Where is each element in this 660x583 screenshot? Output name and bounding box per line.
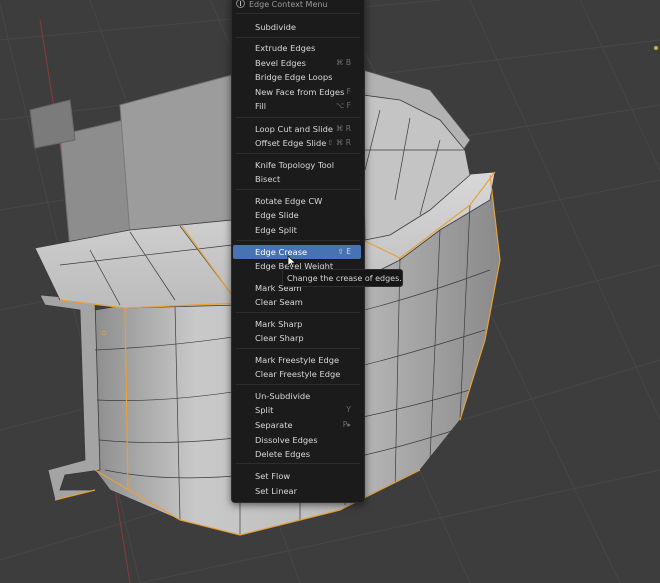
shortcut-label: ⌘ R bbox=[335, 124, 351, 133]
menu-item-offset-edge-slide[interactable]: Offset Edge Slide ⇧ ⌘ R bbox=[233, 136, 361, 150]
menu-separator bbox=[236, 117, 360, 118]
info-icon bbox=[236, 0, 245, 8]
tooltip: Change the crease of edges. bbox=[282, 269, 403, 287]
menu-item-loop-cut-and-slide[interactable]: Loop Cut and Slide ⌘ R bbox=[233, 122, 361, 136]
shortcut-label: ⌥ F bbox=[335, 101, 351, 110]
edge-context-menu: Edge Context Menu Subdivide Extrude Edge… bbox=[231, 0, 365, 503]
menu-item-edge-crease[interactable]: Edge Crease ⇧ E bbox=[233, 245, 361, 259]
mouse-cursor-icon bbox=[287, 255, 297, 269]
origin-dot bbox=[654, 46, 658, 50]
menu-item-separate[interactable]: Separate P▸ bbox=[233, 418, 361, 432]
menu-item-bevel-edges[interactable]: Bevel Edges ⌘ B bbox=[233, 56, 361, 70]
shortcut-label: P▸ bbox=[342, 420, 351, 429]
menu-item-new-face-from-edges[interactable]: New Face from Edges F bbox=[233, 85, 361, 99]
shortcut-label: ⇧ E bbox=[337, 247, 351, 256]
menu-item-bridge-edge-loops[interactable]: Bridge Edge Loops bbox=[233, 70, 361, 84]
shortcut-label: F bbox=[346, 87, 351, 96]
menu-item-clear-freestyle-edge[interactable]: Clear Freestyle Edge bbox=[233, 367, 361, 381]
menu-separator bbox=[236, 189, 360, 190]
menu-item-bisect[interactable]: Bisect bbox=[233, 172, 361, 186]
menu-item-edge-slide[interactable]: Edge Slide bbox=[233, 208, 361, 222]
menu-separator bbox=[236, 384, 360, 385]
menu-title: Edge Context Menu bbox=[236, 0, 360, 11]
menu-item-knife-topology-tool[interactable]: Knife Topology Tool bbox=[233, 158, 361, 172]
menu-item-mark-sharp[interactable]: Mark Sharp bbox=[233, 317, 361, 331]
menu-separator bbox=[236, 13, 360, 14]
menu-item-fill[interactable]: Fill ⌥ F bbox=[233, 99, 361, 113]
menu-item-mark-freestyle-edge[interactable]: Mark Freestyle Edge bbox=[233, 353, 361, 367]
menu-separator bbox=[236, 240, 360, 241]
menu-item-set-linear[interactable]: Set Linear bbox=[233, 484, 361, 498]
shortcut-label: Y bbox=[346, 405, 351, 414]
menu-item-subdivide[interactable]: Subdivide bbox=[233, 20, 361, 34]
menu-separator bbox=[236, 37, 360, 38]
menu-item-edge-split[interactable]: Edge Split bbox=[233, 223, 361, 237]
menu-separator bbox=[236, 312, 360, 313]
menu-item-rotate-edge-cw[interactable]: Rotate Edge CW bbox=[233, 194, 361, 208]
shortcut-label: ⇧ ⌘ R bbox=[327, 138, 351, 147]
menu-separator bbox=[236, 348, 360, 349]
menu-separator bbox=[236, 153, 360, 154]
menu-item-clear-sharp[interactable]: Clear Sharp bbox=[233, 331, 361, 345]
menu-item-split[interactable]: Split Y bbox=[233, 403, 361, 417]
tooltip-text: Change the crease of edges. bbox=[287, 274, 402, 283]
menu-item-delete-edges[interactable]: Delete Edges bbox=[233, 447, 361, 461]
menu-item-set-flow[interactable]: Set Flow bbox=[233, 469, 361, 483]
shortcut-label: ⌘ B bbox=[335, 58, 351, 67]
menu-item-extrude-edges[interactable]: Extrude Edges bbox=[233, 41, 361, 55]
menu-item-un-subdivide[interactable]: Un-Subdivide bbox=[233, 389, 361, 403]
menu-item-dissolve-edges[interactable]: Dissolve Edges bbox=[233, 433, 361, 447]
menu-separator bbox=[236, 463, 360, 464]
menu-title-text: Edge Context Menu bbox=[249, 0, 328, 9]
menu-item-clear-seam[interactable]: Clear Seam bbox=[233, 295, 361, 309]
